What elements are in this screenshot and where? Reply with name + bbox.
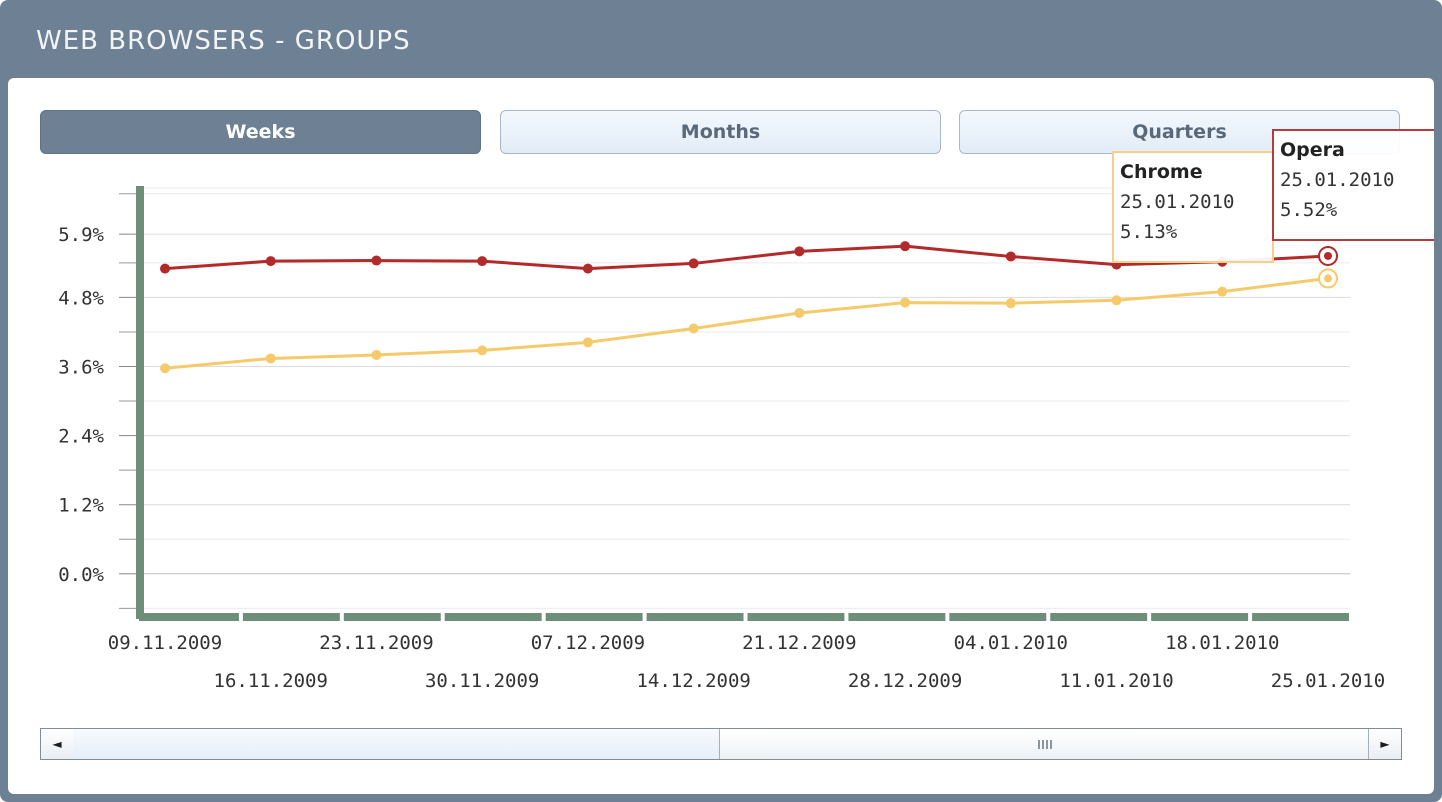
y-tick-label: 5.9% [58, 224, 104, 246]
data-point-chrome [160, 363, 170, 374]
chart-panel: Weeks Months Quarters 0.0% 1.2% 2.4% 3.6% 4.… [8, 78, 1434, 794]
y-tick-label: 1.2% [58, 495, 104, 517]
data-point-opera [1324, 251, 1332, 260]
data-point-opera [1005, 251, 1016, 262]
x-axis-segment [646, 613, 744, 621]
series-line-chrome [164, 276, 1329, 370]
x-tick-label: 09.11.2009 [108, 632, 222, 654]
data-point-chrome [794, 307, 805, 318]
data-point-chrome [371, 349, 382, 360]
x-tick-label: 04.01.2010 [954, 632, 1068, 654]
scrollbar-track[interactable] [73, 729, 719, 759]
scroll-right-button[interactable]: ► [1368, 729, 1401, 759]
x-tick-label: 14.12.2009 [636, 670, 750, 692]
y-tick-label: 2.4% [58, 426, 104, 448]
x-axis-segment [545, 613, 643, 621]
data-point-opera [582, 263, 593, 274]
x-axis-segment [848, 613, 946, 621]
tooltip-chrome-value: 5.13% [1120, 221, 1178, 243]
x-axis-segment [139, 613, 239, 621]
x-tick-label: 21.12.2009 [742, 632, 856, 654]
arrow-left-icon: ◄ [52, 737, 62, 751]
data-point-chrome [582, 337, 593, 348]
data-point-chrome [1111, 295, 1122, 306]
window-title: WEB BROWSERS - GROUPS [36, 26, 411, 56]
x-axis-segment [343, 613, 441, 621]
x-axis-segment [949, 613, 1047, 621]
x-tick-label: 11.01.2010 [1059, 670, 1173, 692]
tooltip-chrome-name: Chrome [1120, 161, 1203, 183]
data-point-chrome [1005, 298, 1016, 309]
grip-icon [1037, 739, 1052, 749]
x-tick-label: 07.12.2009 [531, 632, 645, 654]
data-point-chrome [900, 297, 911, 308]
arrow-right-icon: ► [1380, 737, 1390, 751]
x-axis-segment [242, 613, 340, 621]
data-point-chrome [265, 353, 276, 364]
tooltip-opera-name: Opera [1280, 139, 1345, 161]
tooltip-opera-value: 5.52% [1280, 199, 1338, 221]
x-axis-segment [1050, 613, 1148, 621]
data-point-chrome [688, 323, 699, 334]
data-point-opera [371, 255, 382, 266]
y-tick-label: 0.0% [58, 564, 104, 586]
x-axis-segment [444, 613, 542, 621]
data-point-chrome [1324, 274, 1332, 283]
x-tick-label: 16.11.2009 [214, 670, 328, 692]
y-tick-label: 4.8% [58, 287, 104, 309]
scrollbar-thumb[interactable] [719, 729, 1369, 759]
tooltip-opera-date: 25.01.2010 [1280, 169, 1395, 191]
data-point-chrome [1217, 286, 1228, 297]
data-point-opera [265, 256, 276, 267]
x-axis-segment [747, 613, 845, 621]
x-tick-label: 18.01.2010 [1165, 632, 1279, 654]
data-point-opera [794, 246, 805, 257]
x-tick-label: 23.11.2009 [319, 632, 433, 654]
x-tick-label: 30.11.2009 [425, 670, 539, 692]
x-tick-label: 28.12.2009 [848, 670, 962, 692]
x-axis-segment [1151, 613, 1249, 621]
scroll-left-button[interactable]: ◄ [41, 729, 74, 759]
data-point-chrome [477, 345, 488, 356]
tooltip-chrome-date: 25.01.2010 [1120, 191, 1235, 213]
y-axis-line [136, 186, 144, 619]
data-point-opera [688, 258, 699, 269]
tooltip-opera: Opera 25.01.2010 5.52% [1272, 129, 1434, 241]
y-tick-label: 3.6% [58, 357, 104, 379]
data-point-opera [900, 241, 911, 252]
x-tick-label: 25.01.2010 [1271, 670, 1385, 692]
x-axis-segment [1252, 613, 1349, 621]
data-point-opera [477, 256, 488, 267]
chart-window: WEB BROWSERS - GROUPS Weeks Months Quart… [0, 0, 1442, 802]
horizontal-scrollbar[interactable]: ◄ ► [40, 728, 1402, 760]
data-point-opera [160, 263, 170, 274]
tooltip-chrome: Chrome 25.01.2010 5.13% [1112, 151, 1274, 263]
